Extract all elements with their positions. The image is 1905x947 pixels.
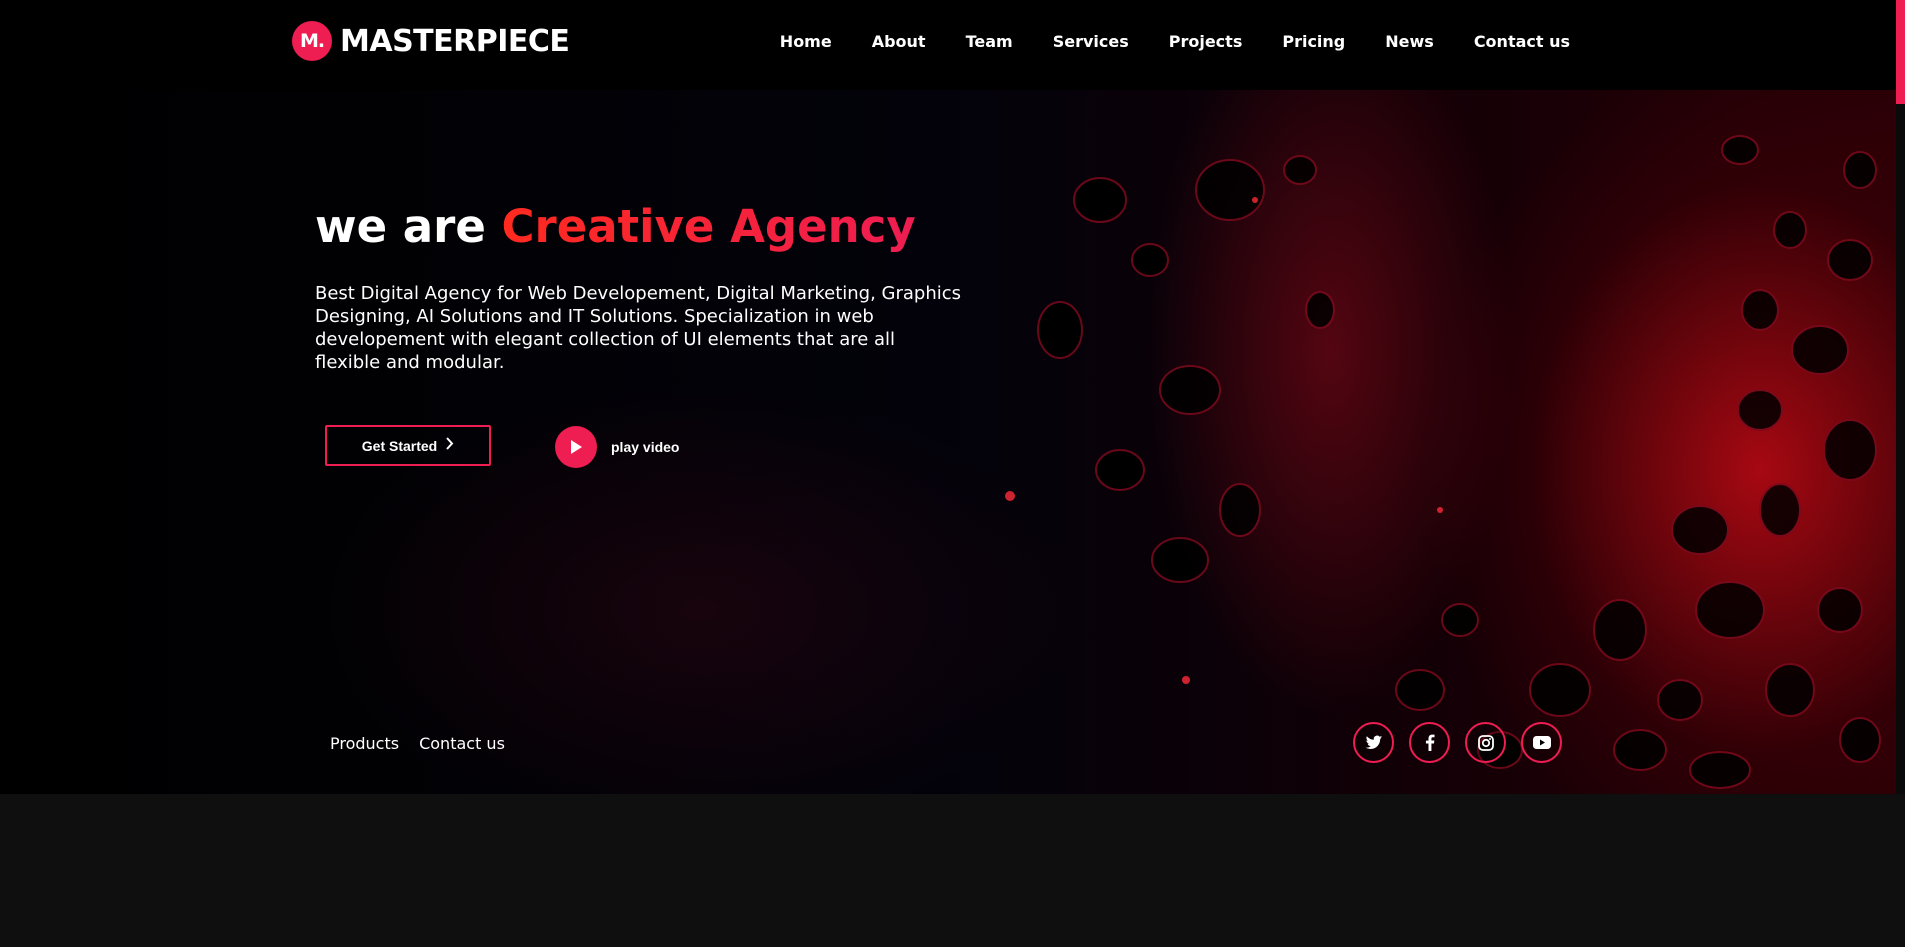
youtube-icon[interactable] — [1521, 722, 1562, 763]
hero-headline: we are Creative Agency — [315, 200, 916, 253]
hero-description: Best Digital Agency for Web Developement… — [315, 283, 962, 373]
headline-prefix: we are — [315, 200, 502, 253]
hero-background-texture — [1005, 135, 1881, 789]
scrollbar-thumb[interactable] — [1896, 0, 1905, 104]
get-started-label: Get Started — [361, 437, 438, 454]
brand-name: MASTERPIECE — [340, 23, 570, 59]
play-icon[interactable] — [555, 426, 597, 468]
get-started-button[interactable]: Get Started — [325, 425, 491, 466]
facebook-icon[interactable] — [1409, 722, 1450, 763]
nav-item-pricing[interactable]: Pricing — [1282, 32, 1345, 51]
nav-item-services[interactable]: Services — [1053, 32, 1129, 51]
nav-item-news[interactable]: News — [1385, 32, 1434, 51]
play-video-button[interactable]: play video — [555, 426, 679, 468]
hero-footer-links: Products Contact us — [330, 734, 525, 753]
instagram-icon[interactable] — [1465, 722, 1506, 763]
main-nav: Home About Team Services Projects Pricin… — [740, 32, 1570, 51]
hero-section: we are Creative Agency Best Digital Agen… — [0, 90, 1896, 794]
top-navigation-bar: M. MASTERPIECE Home About Team Services … — [0, 0, 1896, 90]
nav-item-home[interactable]: Home — [780, 32, 832, 51]
headline-accent: Creative Agency — [501, 200, 916, 253]
twitter-icon[interactable] — [1353, 722, 1394, 763]
social-links — [1353, 722, 1577, 763]
nav-item-about[interactable]: About — [872, 32, 926, 51]
play-video-label[interactable]: play video — [611, 439, 679, 455]
brand-logo[interactable]: M. MASTERPIECE — [292, 21, 570, 61]
link-contact-us[interactable]: Contact us — [419, 734, 505, 753]
nav-item-team[interactable]: Team — [966, 32, 1013, 51]
nav-item-projects[interactable]: Projects — [1169, 32, 1243, 51]
nav-item-contact-us[interactable]: Contact us — [1474, 32, 1570, 51]
scrollbar-track[interactable] — [1896, 104, 1905, 794]
link-products[interactable]: Products — [330, 734, 399, 753]
logo-badge: M. — [292, 21, 332, 61]
chevron-right-icon — [445, 436, 454, 455]
